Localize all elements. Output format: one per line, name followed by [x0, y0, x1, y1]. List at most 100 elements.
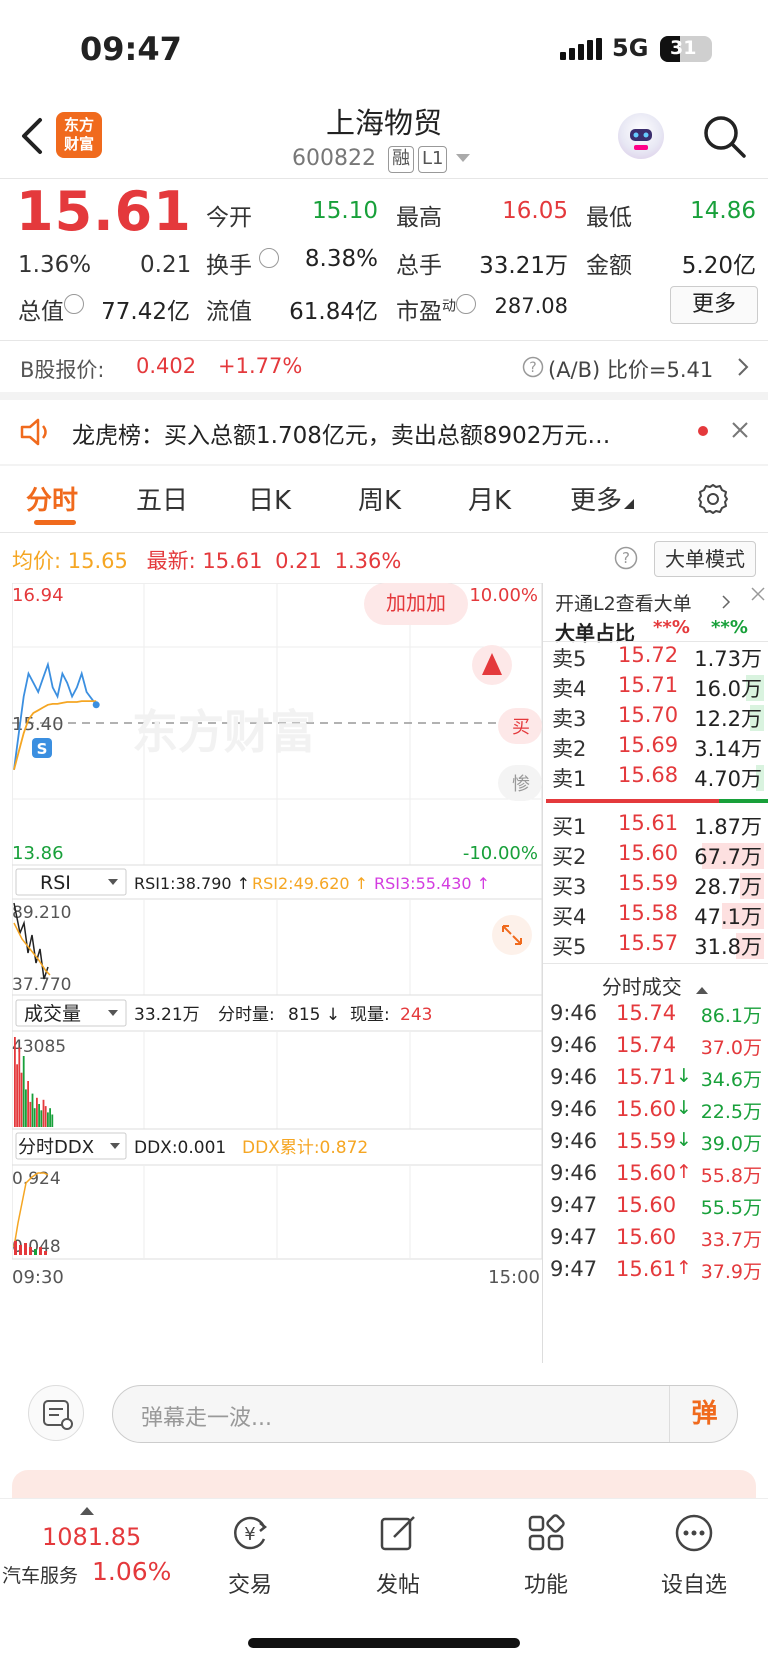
tick-direction: ↓: [676, 1129, 692, 1151]
sell-row[interactable]: 卖5 15.72 1.73万: [542, 643, 768, 675]
l2-promo[interactable]: 开通L2查看大单 大单占比 **% **%: [542, 583, 768, 645]
info-dots-icon[interactable]: [259, 248, 280, 268]
volume-bar: [36, 1097, 38, 1127]
buy-price: 15.60: [618, 841, 679, 865]
mktcap-label-text: 总值: [18, 299, 64, 325]
bshare-row[interactable]: B股报价: 0.402 +1.77% ? (A/B) 比价=5.41: [0, 342, 768, 392]
buy-label: 买1: [552, 815, 587, 839]
nav-post-label: 发帖: [375, 1573, 420, 1598]
info-dots-icon[interactable]: [456, 294, 476, 314]
buy-row[interactable]: 买4 15.58 47.1万: [542, 901, 768, 933]
vol-period-value: 815 ↓: [288, 1005, 340, 1025]
network-type: 5G: [612, 34, 649, 62]
edit-icon: [380, 1516, 415, 1551]
danmu-input-box[interactable]: 弹幕走一波... 弹: [112, 1385, 738, 1443]
tick-price: 15.60: [616, 1097, 677, 1121]
latest-price-dot: [92, 701, 100, 709]
danmu-settings-button[interactable]: [28, 1385, 84, 1441]
caret-down-icon[interactable]: [456, 154, 470, 164]
buy-volume: 31.8万: [694, 935, 762, 959]
latest-label: 最新:: [146, 549, 196, 573]
speaker-icon: [20, 418, 47, 446]
promo-banner-peek[interactable]: [12, 1470, 756, 1500]
nav-post[interactable]: 发帖: [338, 1513, 458, 1599]
buy-row[interactable]: 买3 15.59 28.7万: [542, 871, 768, 903]
settings-gear-icon[interactable]: [696, 482, 730, 516]
buy-volume: 1.87万: [694, 815, 762, 839]
nav-trade[interactable]: ¥ 交易: [190, 1513, 310, 1599]
intraday-chart[interactable]: 东方财富 16.94 15.40 13.86 10.00% -10.00% S …: [11, 582, 543, 1363]
caret-up-icon[interactable]: [80, 1507, 94, 1515]
pct-high-label: 10.00%: [469, 585, 538, 606]
section-gap: [0, 464, 768, 466]
assistant-robot-icon[interactable]: [618, 113, 664, 159]
index-value[interactable]: 1081.85: [42, 1523, 141, 1551]
sell-price: 15.68: [618, 763, 679, 787]
battery-icon: 31: [660, 36, 712, 62]
search-icon[interactable]: [700, 112, 748, 160]
tick-volume: 22.5万: [700, 1101, 762, 1123]
buy-row[interactable]: 买1 15.61 1.87万: [542, 811, 768, 843]
more-button[interactable]: 更多: [670, 286, 758, 324]
tick-time: 9:46: [550, 1161, 598, 1185]
danmu-input[interactable]: 弹幕走一波...: [141, 1400, 272, 1432]
nav-add-watchlist[interactable]: 设自选: [634, 1513, 754, 1599]
tick-time: 9:47: [550, 1225, 598, 1249]
buy-row[interactable]: 买2 15.60 67.7万: [542, 841, 768, 873]
index-name[interactable]: 汽车服务: [2, 1561, 78, 1588]
side-buy-text: 买: [512, 717, 530, 738]
big-order-mode-button[interactable]: 大单模式: [654, 541, 756, 577]
rsi-selector[interactable]: [15, 868, 127, 896]
help-icon[interactable]: ?: [614, 546, 638, 570]
expand-button[interactable]: [492, 915, 532, 955]
tab-more[interactable]: 更多: [570, 480, 635, 517]
volume-bar: [31, 1093, 34, 1127]
ddx-top-label: 0.924: [12, 1169, 61, 1189]
chevron-right-icon[interactable]: [736, 356, 750, 378]
tick-direction: ↓: [676, 1065, 692, 1087]
tab-five-day[interactable]: 五日: [136, 480, 188, 517]
nav-functions-label: 功能: [523, 1573, 568, 1598]
close-icon[interactable]: [747, 583, 768, 605]
avg-label: 均价:: [12, 549, 62, 573]
section-gap: [0, 392, 768, 400]
index-pct[interactable]: 1.06%: [92, 1557, 171, 1586]
buy-price: 15.61: [618, 811, 679, 835]
bshare-price: 0.402: [136, 354, 197, 378]
sell-row[interactable]: 卖4 15.71 16.0万: [542, 673, 768, 705]
tick-price: 15.60: [616, 1225, 677, 1249]
help-icon[interactable]: ?: [522, 356, 544, 378]
divider: [0, 532, 768, 533]
watermark: 东方财富: [132, 705, 316, 759]
tab-monthly-k[interactable]: 月K: [468, 480, 511, 517]
sell-row[interactable]: 卖3 15.70 12.2万: [542, 703, 768, 735]
intraday-chart-area[interactable]: 东方财富 16.94 15.40 13.86 10.00% -10.00% S …: [11, 582, 543, 1363]
tick-time: 9:46: [550, 1097, 598, 1121]
tick-time: 9:46: [550, 1033, 598, 1057]
danmu-send-button[interactable]: 弹: [669, 1386, 739, 1442]
info-dots-icon[interactable]: [64, 294, 84, 314]
tab-daily-k[interactable]: 日K: [248, 480, 291, 517]
sell-label: 卖3: [552, 707, 587, 731]
change-pct: 1.36%: [18, 252, 92, 278]
volume-value: 33.21万: [479, 253, 568, 279]
dragon-tiger-notice[interactable]: 龙虎榜：买入总额1.708亿元，卖出总额8902万元…: [0, 400, 768, 464]
buy-volume: 28.7万: [694, 875, 762, 899]
open-label: 今开: [206, 205, 252, 231]
sell-row[interactable]: 卖2 15.69 3.14万: [542, 733, 768, 765]
price-high-label: 16.94: [12, 585, 64, 606]
tick-volume: 86.1万: [700, 1005, 762, 1027]
tick-direction: ↓: [676, 1097, 692, 1119]
battery-level: 31: [670, 37, 697, 59]
nav-functions[interactable]: 功能: [486, 1513, 606, 1599]
tick-row: 9:47 15.60 33.7万: [542, 1225, 768, 1257]
change-amt: 0.21: [140, 252, 192, 278]
tab-intraday[interactable]: 分时: [26, 480, 78, 517]
sell-row[interactable]: 卖1 15.68 4.70万: [542, 763, 768, 795]
close-icon[interactable]: [730, 420, 750, 440]
tick-row: 9:46 15.71 ↓ 34.6万: [542, 1065, 768, 1097]
tick-price: 15.74: [616, 1033, 677, 1057]
buy-row[interactable]: 买5 15.57 31.8万: [542, 931, 768, 963]
tab-weekly-k[interactable]: 周K: [358, 480, 401, 517]
ticks-header[interactable]: 分时成交: [542, 971, 768, 1000]
